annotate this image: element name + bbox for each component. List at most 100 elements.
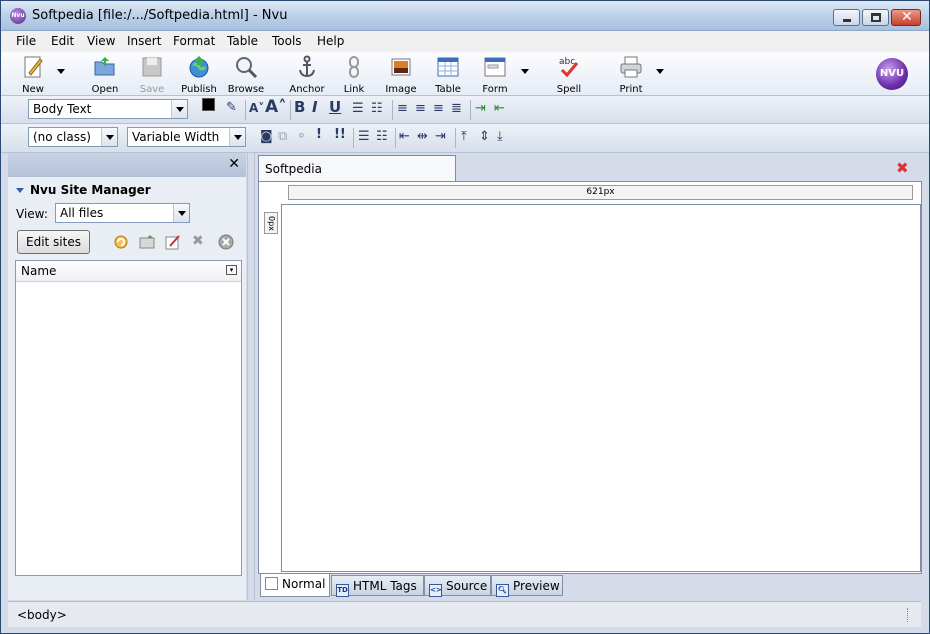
separator — [353, 128, 354, 148]
document-tab[interactable]: Softpedia — [258, 155, 456, 182]
larger-text-button[interactable]: A˄ — [265, 97, 287, 117]
layer-icon[interactable]: ◙ — [260, 129, 273, 144]
tree-column-header[interactable]: Name ▾ — [16, 261, 241, 282]
site-file-tree[interactable]: Name ▾ — [15, 260, 242, 576]
editing-canvas[interactable] — [281, 204, 921, 572]
important-icon[interactable]: ! — [316, 127, 322, 147]
paragraph-style-select[interactable]: Body Text — [28, 99, 188, 119]
browse-button[interactable]: Browse — [224, 55, 268, 95]
edit-sites-button[interactable]: Edit sites — [17, 230, 90, 254]
highlight-pencil-icon[interactable]: ✎ — [226, 100, 237, 115]
spacing-center-icon[interactable]: ⇹ — [417, 129, 428, 144]
chevron-down-icon — [171, 100, 187, 118]
title-bar: Nvu Softpedia [file:/.../Softpedia.html]… — [1, 1, 929, 31]
format-toolbar-2: (no class) Variable Width ◙ ⧉ ⚬ ! !! ☰ ☷… — [1, 124, 929, 153]
menu-view[interactable]: View — [87, 34, 115, 48]
rename-icon[interactable] — [165, 234, 181, 250]
refresh-icon[interactable] — [113, 234, 129, 250]
form-dropdown-arrow[interactable] — [521, 69, 529, 74]
separator — [470, 100, 471, 120]
print-dropdown-arrow[interactable] — [656, 69, 664, 74]
anchor-button[interactable]: Anchor — [285, 55, 329, 95]
numbered-list-icon[interactable]: ☰ — [352, 101, 364, 116]
layer-order-icon[interactable]: ⚬ — [296, 129, 307, 144]
spacing-right-icon[interactable]: ⇥ — [435, 129, 446, 144]
view-select[interactable]: All files — [55, 203, 190, 223]
menu-help[interactable]: Help — [317, 34, 344, 48]
resize-grip-icon[interactable] — [907, 608, 919, 622]
new-page-icon — [24, 56, 43, 78]
close-tab-icon[interactable]: ✖ — [896, 159, 909, 177]
menu-insert[interactable]: Insert — [127, 34, 161, 48]
align-left-icon[interactable]: ≡ — [397, 101, 408, 116]
width-select[interactable]: Variable Width — [127, 127, 246, 147]
bold-button[interactable]: B — [294, 98, 305, 118]
preview-magnifier-icon: 🔍︎ — [496, 584, 509, 597]
td-tag-icon: TD — [336, 584, 349, 597]
smaller-text-button[interactable]: A˅ — [249, 101, 264, 121]
form-button[interactable]: Form — [473, 55, 517, 95]
link-button[interactable]: Link — [332, 55, 376, 95]
close-panel-icon[interactable]: ✕ — [228, 156, 240, 172]
list-indent-icon[interactable]: ☷ — [376, 129, 388, 144]
close-window-button[interactable]: ✕ — [891, 9, 921, 26]
vertical-middle-icon[interactable]: ⇕ — [479, 129, 490, 144]
maximize-button[interactable] — [862, 9, 889, 26]
layer-stack-icon[interactable]: ⧉ — [278, 129, 287, 144]
collapse-triangle-icon — [16, 188, 24, 193]
image-button[interactable]: Image — [379, 55, 423, 95]
double-important-icon[interactable]: !! — [334, 127, 346, 147]
class-select[interactable]: (no class) — [28, 127, 118, 147]
table-button[interactable]: Table — [426, 55, 470, 95]
save-disk-icon — [142, 57, 162, 77]
page-icon — [265, 577, 278, 590]
form-window-icon — [484, 57, 506, 77]
save-button[interactable]: Save — [130, 55, 174, 95]
align-justify-icon[interactable]: ≣ — [451, 101, 462, 116]
svg-text:abc: abc — [559, 57, 575, 67]
open-button[interactable]: Open — [83, 55, 127, 95]
align-right-icon[interactable]: ≡ — [433, 101, 444, 116]
element-path[interactable]: <body> — [17, 608, 67, 622]
menu-tools[interactable]: Tools — [272, 34, 302, 48]
new-button[interactable]: New — [11, 55, 55, 95]
minimize-button[interactable] — [833, 9, 860, 26]
outdent-icon[interactable]: ⇤ — [494, 101, 505, 116]
new-dropdown-arrow[interactable] — [57, 69, 65, 74]
picture-icon — [391, 58, 411, 76]
align-center-icon[interactable]: ≡ — [415, 101, 426, 116]
status-bar: <body> — [8, 601, 921, 627]
text-color-swatch[interactable] — [202, 98, 215, 111]
underline-button[interactable]: U — [329, 98, 341, 118]
spell-button[interactable]: abc Spell — [547, 55, 591, 95]
menu-file[interactable]: File — [16, 34, 36, 48]
tab-preview[interactable]: 🔍︎ Preview — [491, 575, 563, 597]
vertical-top-icon[interactable]: ⤒ — [461, 129, 467, 144]
panel-splitter[interactable] — [247, 153, 255, 600]
print-button[interactable]: Print — [609, 55, 653, 95]
nvu-app-icon: Nvu — [10, 8, 26, 24]
menu-format[interactable]: Format — [173, 34, 215, 48]
menu-bar: File Edit View Insert Format Table Tools… — [1, 31, 929, 52]
chain-link-icon — [349, 56, 359, 78]
indent-icon[interactable]: ⇥ — [475, 101, 486, 116]
menu-edit[interactable]: Edit — [51, 34, 74, 48]
site-manager-title[interactable]: Nvu Site Manager — [16, 183, 151, 197]
menu-table[interactable]: Table — [227, 34, 258, 48]
spacing-left-icon[interactable]: ⇤ — [399, 129, 410, 144]
italic-button[interactable]: I — [312, 98, 318, 118]
tab-normal[interactable]: Normal — [260, 574, 330, 597]
globe-publish-icon — [189, 56, 209, 78]
bulleted-list-icon[interactable]: ☷ — [371, 101, 383, 116]
stop-icon[interactable] — [218, 234, 234, 250]
tab-html-tags[interactable]: TD HTML Tags — [331, 575, 424, 597]
new-folder-icon[interactable] — [139, 234, 155, 250]
list-style-icon[interactable]: ☰ — [358, 129, 370, 144]
delete-x-icon[interactable]: ✖ — [192, 233, 204, 249]
tab-source[interactable]: <> Source — [424, 575, 491, 597]
editor-area: Softpedia ✖ 621px 0px Normal TD HTML Tags… — [256, 153, 929, 600]
vertical-bottom-icon[interactable]: ⤓ — [497, 129, 503, 144]
column-picker-icon[interactable]: ▾ — [226, 265, 237, 275]
separator — [245, 100, 246, 120]
publish-button[interactable]: Publish — [177, 55, 221, 95]
